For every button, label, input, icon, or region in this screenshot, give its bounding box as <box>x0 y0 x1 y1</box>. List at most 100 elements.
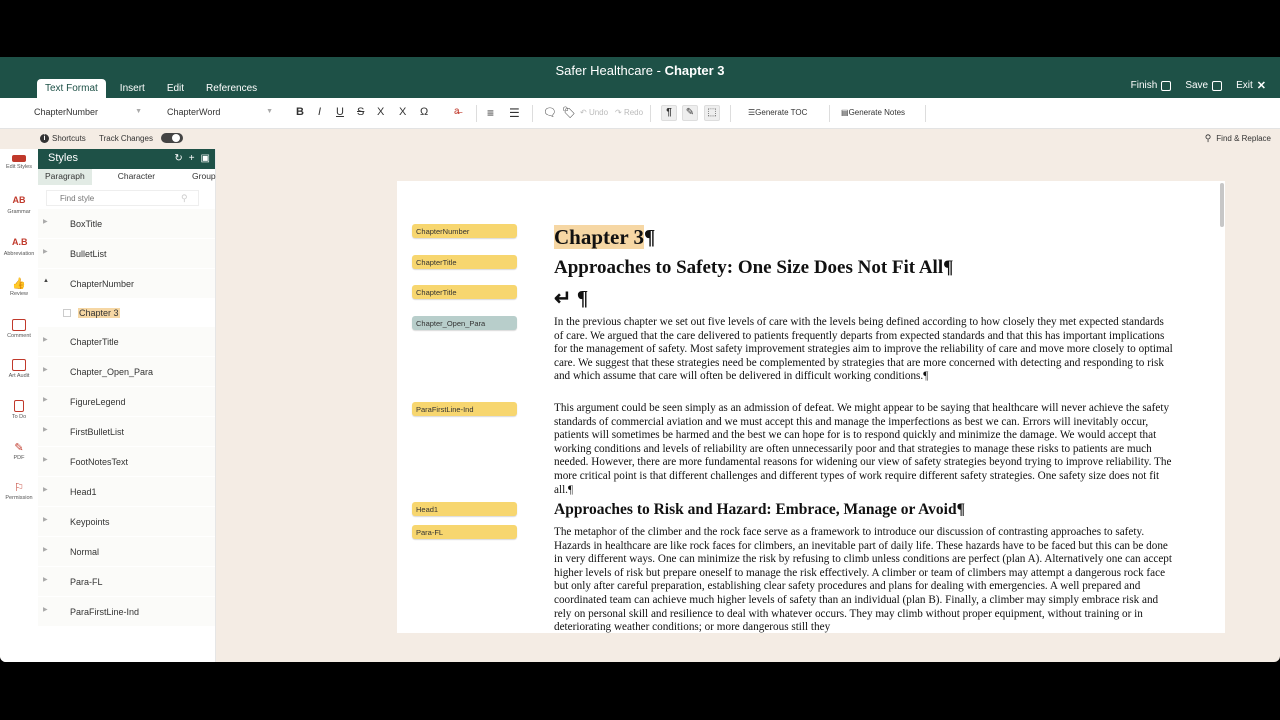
bold-button[interactable]: B <box>296 106 304 118</box>
rail-comment[interactable]: Comment <box>0 319 38 339</box>
todo-icon <box>14 400 24 412</box>
style-item-chapter-open-para[interactable]: ▶ Chapter_Open_Para <box>38 357 215 387</box>
pdf-icon: ✎ <box>14 442 24 454</box>
redo-button[interactable]: ↷ Redo <box>615 108 643 117</box>
tag-icon[interactable]: 🏷 <box>562 106 576 119</box>
para-fl-paragraph[interactable]: The metaphor of the climber and the rock… <box>554 526 1174 633</box>
bullet-list-icon[interactable]: ☰ <box>509 106 520 120</box>
character-style-select[interactable]: ChapterWord ▼ <box>167 107 273 117</box>
tab-character[interactable]: Character <box>92 169 162 185</box>
superscript-button[interactable]: X <box>399 106 406 118</box>
italic-button[interactable]: I <box>318 106 321 118</box>
document-page[interactable]: ChapterNumber ChapterTitle ChapterTitle … <box>397 181 1225 633</box>
select-box-icon[interactable]: ⬚ <box>704 105 720 121</box>
rail-pdf[interactable]: ✎ PDF <box>0 441 38 461</box>
chapter-open-paragraph[interactable]: In the previous chapter we set out five … <box>554 316 1174 384</box>
chapter-title-return-line[interactable]: ↵ ¶ <box>554 286 588 311</box>
binoculars-icon: ⚲ <box>1204 133 1212 143</box>
show-formatting-button[interactable]: ¶ <box>661 105 677 121</box>
art-audit-icon <box>12 359 26 371</box>
panel-layout-icon[interactable]: ▣ <box>201 153 210 164</box>
style-tag-chapternumber[interactable]: ChapterNumber <box>412 224 517 238</box>
add-style-icon[interactable]: + <box>189 153 195 164</box>
style-item-firstbulletlist[interactable]: ▶ FirstBulletList <box>38 417 215 447</box>
find-replace-label: Find & Replace <box>1216 134 1271 143</box>
left-tool-rail: Edit Styles AB Grammar A.B Abbreviation 👍 R… <box>0 149 38 662</box>
generate-notes-button[interactable]: ▤Generate Notes <box>841 108 905 117</box>
tab-text-format[interactable]: Text Format <box>37 79 106 99</box>
style-label: BulletList <box>70 249 107 259</box>
chapter-number-heading[interactable]: Chapter 3¶ <box>554 225 655 250</box>
paragraph-style-select[interactable]: ChapterNumber ▼ <box>34 107 142 117</box>
style-label: FirstBulletList <box>70 427 125 437</box>
head1-heading[interactable]: Approaches to Risk and Hazard: Embrace, … <box>554 501 965 519</box>
subscript-button[interactable]: X <box>377 106 384 118</box>
save-label: Save <box>1185 80 1209 91</box>
checkbox[interactable] <box>63 309 71 317</box>
collapse-arrow-icon: ▲ <box>43 278 49 284</box>
rail-abbreviation[interactable]: A.B Abbreviation <box>0 237 38 257</box>
tab-references[interactable]: References <box>198 79 265 99</box>
style-tag-chapter-open-para[interactable]: Chapter_Open_Para <box>412 316 517 330</box>
find-style-input[interactable] <box>46 190 199 206</box>
style-item-boxtitle[interactable]: ▶ BoxTitle <box>38 209 215 239</box>
chapter-title-heading[interactable]: Approaches to Safety: One Size Does Not … <box>554 257 953 279</box>
style-item-parafirstline-ind[interactable]: ▶ ParaFirstLine-Ind <box>38 597 215 627</box>
rail-edit-styles[interactable]: Edit Styles <box>0 153 38 170</box>
first-line-indent-paragraph[interactable]: This argument could be seen simply as an… <box>554 402 1174 497</box>
editor-window: Safer Healthcare - Chapter 3 Text Format… <box>0 57 1280 662</box>
toolbar-separator <box>532 105 533 122</box>
style-tag-chaptertitle[interactable]: ChapterTitle <box>412 285 517 299</box>
strikethrough-button[interactable]: S <box>357 106 364 118</box>
vertical-scrollbar[interactable] <box>1220 183 1224 227</box>
style-item-head1[interactable]: ▶ Head1 <box>38 477 215 507</box>
comment-add-icon[interactable]: 🗨 <box>543 106 557 119</box>
style-tag-head1[interactable]: Head1 <box>412 502 517 516</box>
tab-paragraph[interactable]: Paragraph <box>38 169 92 185</box>
style-item-figurelegend[interactable]: ▶ FigureLegend <box>38 387 215 417</box>
style-tag-para-fl[interactable]: Para-FL <box>412 525 517 539</box>
style-item-keypoints[interactable]: ▶ Keypoints <box>38 507 215 537</box>
exit-button[interactable]: Exit ✕ <box>1236 79 1266 92</box>
finish-button[interactable]: Finish <box>1131 80 1172 91</box>
rail-art-audit[interactable]: Art Audit <box>0 359 38 379</box>
rail-label: Grammar <box>7 209 31 215</box>
undo-button[interactable]: ↶ Undo <box>580 108 608 117</box>
style-item-chapternumber[interactable]: ▲ ChapterNumber <box>38 269 215 299</box>
rail-label: Edit Styles <box>6 164 32 170</box>
style-item-para-fl[interactable]: ▶ Para-FL <box>38 567 215 597</box>
style-item-footnotestext[interactable]: ▶ FootNotesText <box>38 447 215 477</box>
tab-group[interactable]: Group <box>162 169 223 185</box>
expand-arrow-icon: ▶ <box>43 517 48 523</box>
expand-arrow-icon: ▶ <box>43 367 48 373</box>
style-tag-parafirstline-ind[interactable]: ParaFirstLine-Ind <box>412 402 517 416</box>
special-character-button[interactable]: Ω <box>420 106 428 118</box>
tab-edit[interactable]: Edit <box>159 79 192 99</box>
numbered-list-icon[interactable]: ≡ <box>487 106 494 120</box>
clear-format-icon[interactable]: a̶ <box>454 106 460 117</box>
undo-label: Undo <box>588 108 609 117</box>
track-changes-toggle[interactable] <box>160 133 183 143</box>
style-item-chaptertitle[interactable]: ▶ ChapterTitle <box>38 327 215 357</box>
tab-insert[interactable]: Insert <box>112 79 153 99</box>
rail-grammar[interactable]: AB Grammar <box>0 195 38 215</box>
highlight-pen-icon[interactable]: ✎ <box>682 105 698 121</box>
save-button[interactable]: Save <box>1185 80 1223 91</box>
style-tag-chaptertitle[interactable]: ChapterTitle <box>412 255 517 269</box>
style-child-chapter-3[interactable]: Chapter 3 <box>38 299 215 327</box>
rail-todo[interactable]: To Do <box>0 400 38 420</box>
shortcuts-button[interactable]: i Shortcuts <box>40 134 86 143</box>
style-item-normal[interactable]: ▶ Normal <box>38 537 215 567</box>
permission-icon: ⚐ <box>14 482 24 494</box>
rail-label: To Do <box>11 414 27 420</box>
refresh-icon[interactable]: ↻ <box>174 153 182 164</box>
underline-button[interactable]: U <box>336 106 344 118</box>
find-replace-button[interactable]: ⚲ Find & Replace <box>1205 133 1271 144</box>
chevron-down-icon: ▼ <box>266 108 273 115</box>
comment-icon <box>12 319 26 331</box>
rail-review[interactable]: 👍 Review <box>0 277 38 297</box>
generate-toc-button[interactable]: ☰Generate TOC <box>748 108 807 117</box>
paragraph-style-value: ChapterNumber <box>34 107 99 117</box>
style-item-bulletlist[interactable]: ▶ BulletList <box>38 239 215 269</box>
rail-permission[interactable]: ⚐ Permission <box>0 481 38 501</box>
